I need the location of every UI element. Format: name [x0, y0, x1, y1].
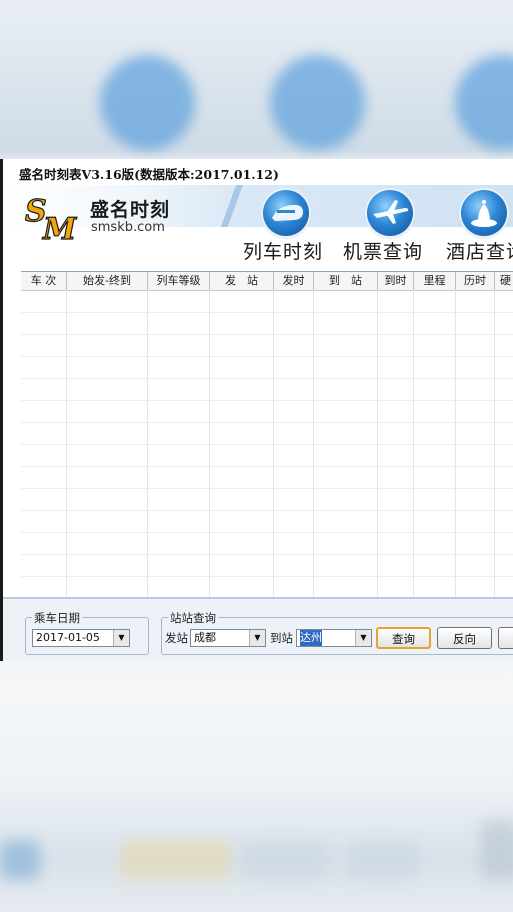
- query-button[interactable]: 查询: [376, 627, 431, 649]
- table-row-line: [21, 576, 513, 577]
- table-row-line: [21, 400, 513, 401]
- table-row-line: [21, 554, 513, 555]
- blurred-background-bottom: [0, 800, 513, 912]
- nav-train-schedule[interactable]: 列车时刻: [243, 237, 323, 264]
- table-row-line: [21, 356, 513, 357]
- reverse-button[interactable]: 反向: [437, 627, 492, 649]
- sm-logo-icon: S M: [25, 195, 78, 241]
- date-picker[interactable]: 2017-01-05 ▼: [32, 629, 130, 647]
- table-row-line: [21, 312, 513, 313]
- nav-flight-search[interactable]: 机票查询: [343, 237, 423, 264]
- window-title: 盛名时刻表V3.16版(数据版本:2017.01.12): [19, 167, 279, 182]
- table-row-line: [21, 510, 513, 511]
- chevron-down-icon[interactable]: ▼: [355, 630, 371, 646]
- table-row-line: [21, 334, 513, 335]
- date-value: 2017-01-05: [36, 631, 100, 644]
- app-window: 盛名时刻表V3.16版(数据版本:2017.01.12) S M 盛名时刻 sm…: [0, 159, 513, 661]
- from-station-value: 成都: [194, 631, 216, 644]
- table-row-line: [21, 378, 513, 379]
- col-distance[interactable]: 里程: [414, 272, 456, 290]
- col-train-no[interactable]: 车 次: [21, 272, 67, 290]
- chevron-down-icon[interactable]: ▼: [249, 630, 265, 646]
- col-depart-station[interactable]: 发 站: [210, 272, 274, 290]
- col-depart-time[interactable]: 发时: [274, 272, 314, 290]
- station-group-label: 站站查询: [168, 610, 218, 626]
- col-arrive-time[interactable]: 到时: [378, 272, 414, 290]
- banner-divider: [218, 185, 248, 227]
- to-station-label: 到站: [270, 631, 293, 645]
- query-panel: 乘车日期 2017-01-05 ▼ 站站查询 发站 成都 ▼ 到站 达州 ▼ 查…: [3, 597, 513, 661]
- title-bar: 盛名时刻表V3.16版(数据版本:2017.01.12): [3, 159, 513, 185]
- logo-url: smskb.com: [91, 220, 165, 235]
- to-station-select[interactable]: 达州 ▼: [296, 629, 372, 647]
- date-group: 乘车日期 2017-01-05 ▼: [25, 610, 149, 655]
- col-train-class[interactable]: 列车等级: [148, 272, 210, 290]
- table-row-line: [21, 422, 513, 423]
- table-header: 车 次 始发-终到 列车等级 发 站 发时 到 站 到时 里程 历时 硬: [21, 272, 513, 291]
- date-group-label: 乘车日期: [32, 610, 82, 626]
- extra-button[interactable]: 中: [498, 627, 513, 649]
- table-row-line: [21, 444, 513, 445]
- airplane-icon[interactable]: [367, 190, 413, 236]
- col-hard-seat[interactable]: 硬: [495, 272, 513, 290]
- col-duration[interactable]: 历时: [456, 272, 495, 290]
- table-row-line: [21, 466, 513, 467]
- logo-name: 盛名时刻: [90, 199, 171, 221]
- from-station-label: 发站: [165, 631, 188, 645]
- station-group: 站站查询 发站 成都 ▼ 到站 达州 ▼ 查询 反向 中: [161, 610, 513, 655]
- table-row-line: [21, 532, 513, 533]
- col-origin-terminus[interactable]: 始发-终到: [67, 272, 148, 290]
- chevron-down-icon[interactable]: ▼: [113, 630, 129, 646]
- nav-hotel-search[interactable]: 酒店查询: [446, 237, 513, 264]
- table-row-line: [21, 488, 513, 489]
- train-icon[interactable]: [263, 190, 309, 236]
- svg-text:M: M: [42, 212, 77, 241]
- to-station-value: 达州: [300, 630, 322, 646]
- hotel-icon[interactable]: [461, 190, 507, 236]
- blurred-background-top: [0, 0, 513, 160]
- col-arrive-station[interactable]: 到 站: [314, 272, 378, 290]
- from-station-select[interactable]: 成都 ▼: [190, 629, 266, 647]
- results-table[interactable]: 车 次 始发-终到 列车等级 发 站 发时 到 站 到时 里程 历时 硬: [21, 271, 513, 598]
